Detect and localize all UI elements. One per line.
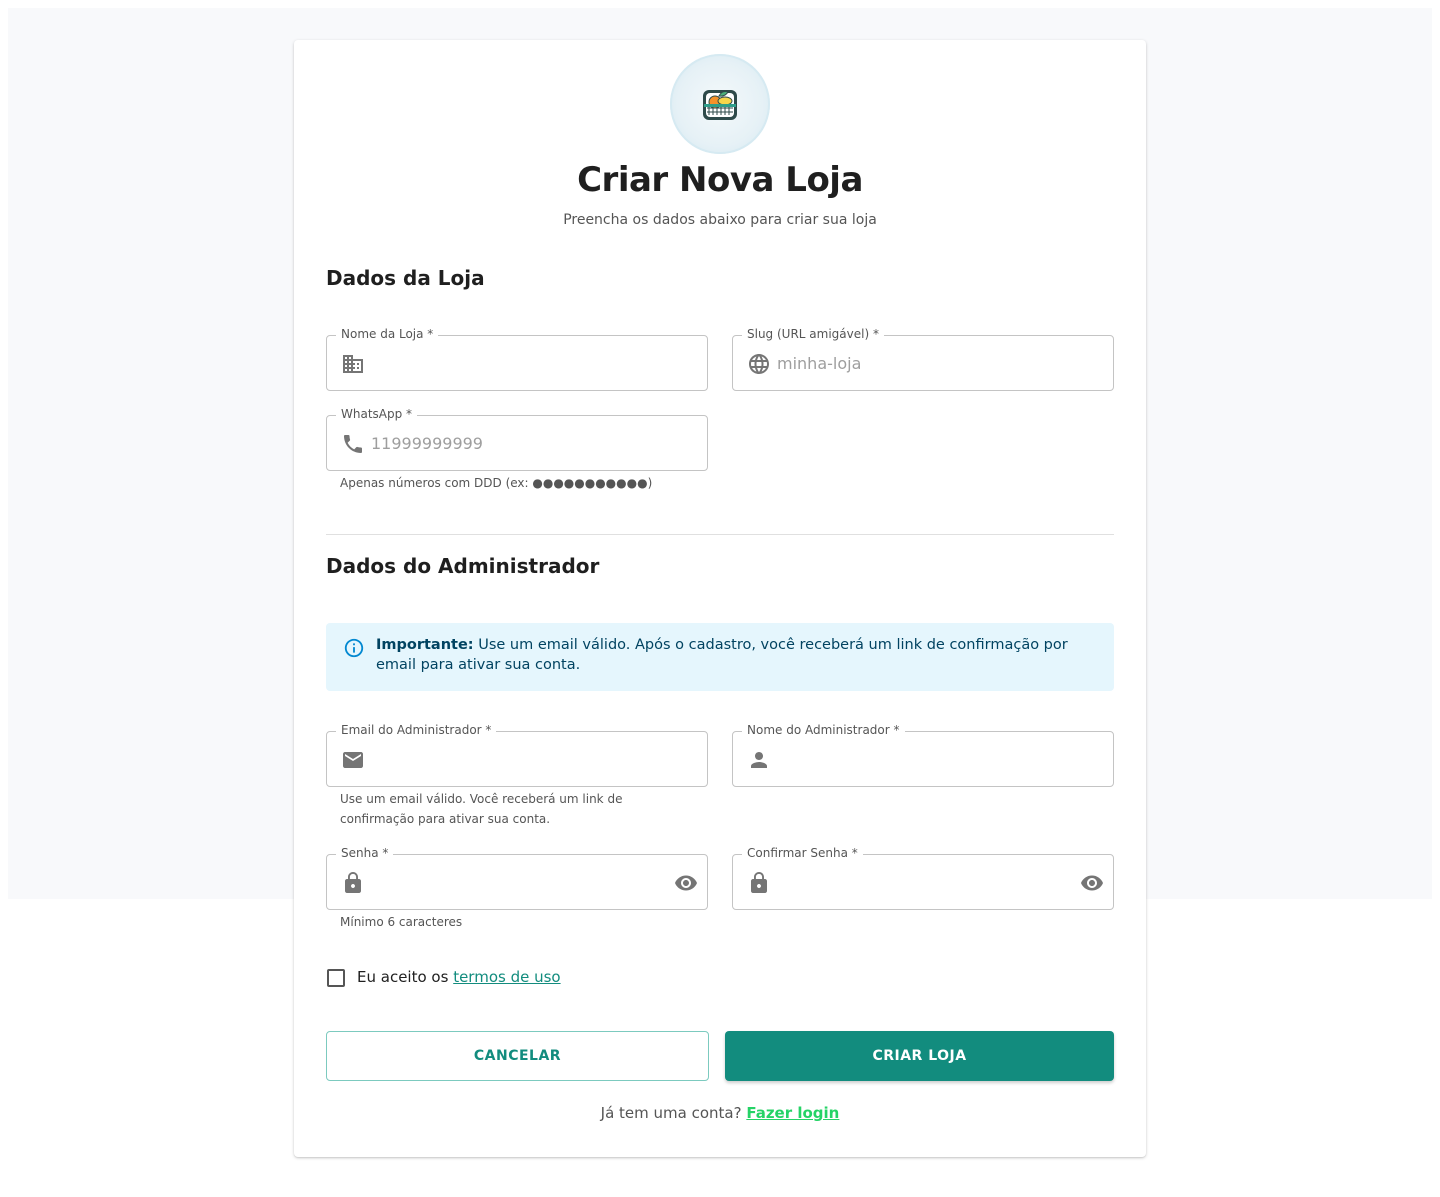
terms-link[interactable]: termos de uso [453, 968, 560, 986]
slug-field[interactable]: Slug (URL amigável) * [732, 327, 1114, 391]
alert-strong: Importante: [376, 637, 474, 653]
person-icon [751, 752, 767, 768]
terms-text: Eu aceito os [357, 968, 454, 986]
store-name-input[interactable] [371, 344, 663, 382]
confirm-password-label: Confirmar Senha * [742, 846, 863, 860]
page-title: Criar Nova Loja [577, 160, 863, 200]
store-section-title: Dados da Loja [326, 266, 485, 290]
confirm-password-field[interactable]: Confirmar Senha * [732, 846, 1114, 910]
info-icon [344, 638, 364, 658]
password-field[interactable]: Senha * [326, 846, 708, 910]
admin-email-input[interactable] [371, 740, 663, 778]
grocery-basket-icon [703, 90, 737, 120]
admin-email-label: Email do Administrador * [336, 723, 497, 737]
password-input[interactable] [371, 863, 663, 901]
alert-message: Importante: Use um email válido. Após o … [376, 635, 1096, 675]
building-icon [343, 355, 363, 373]
mail-icon [343, 752, 363, 768]
section-divider [326, 534, 1114, 535]
terms-checkbox[interactable] [327, 969, 345, 987]
logo [670, 54, 770, 154]
slug-label: Slug (URL amigável) * [742, 327, 884, 341]
cancel-button[interactable]: CANCELAR [326, 1031, 709, 1081]
alert-text: Use um email válido. Após o cadastro, vo… [376, 637, 1068, 673]
admin-email-helper-text: Use um email válido. Você receberá um li… [340, 792, 623, 826]
admin-section-title: Dados do Administrador [326, 554, 600, 578]
admin-name-field[interactable]: Nome do Administrador * [732, 723, 1114, 787]
store-name-label: Nome da Loja * [336, 327, 439, 341]
eye-icon[interactable] [674, 871, 698, 895]
lock-icon [345, 872, 361, 893]
phone-icon [344, 435, 362, 453]
create-store-button[interactable]: CRIAR LOJA [725, 1031, 1114, 1081]
admin-name-label: Nome do Administrador * [742, 723, 905, 737]
whatsapp-field[interactable]: WhatsApp * [326, 407, 708, 471]
globe-icon [749, 354, 769, 374]
whatsapp-helper-text: Apenas números com DDD (ex: ●●●●●●●●●●●) [340, 476, 653, 490]
admin-email-field[interactable]: Email do Administrador * [326, 723, 708, 787]
password-label: Senha * [336, 846, 394, 860]
password-helper-text: Mínimo 6 caracteres [340, 915, 463, 929]
eye-icon[interactable] [1080, 871, 1104, 895]
create-store-card: Criar Nova Loja Preencha os dados abaixo… [294, 40, 1146, 1157]
lock-icon [751, 872, 767, 893]
login-prompt: Já tem uma conta? Fazer login [294, 1104, 1146, 1122]
admin-name-input[interactable] [777, 740, 1069, 778]
confirm-password-input[interactable] [777, 863, 1069, 901]
important-alert: Importante: Use um email válido. Após o … [326, 623, 1114, 691]
terms-label: Eu aceito os termos de uso [357, 968, 561, 986]
whatsapp-input[interactable] [371, 424, 663, 462]
whatsapp-label: WhatsApp * [336, 407, 418, 421]
page-subtitle: Preencha os dados abaixo para criar sua … [563, 212, 877, 228]
login-link[interactable]: Fazer login [746, 1104, 839, 1122]
store-name-field[interactable]: Nome da Loja * [326, 327, 708, 391]
slug-input[interactable] [777, 344, 1069, 382]
login-prompt-text: Já tem uma conta? [600, 1104, 747, 1122]
